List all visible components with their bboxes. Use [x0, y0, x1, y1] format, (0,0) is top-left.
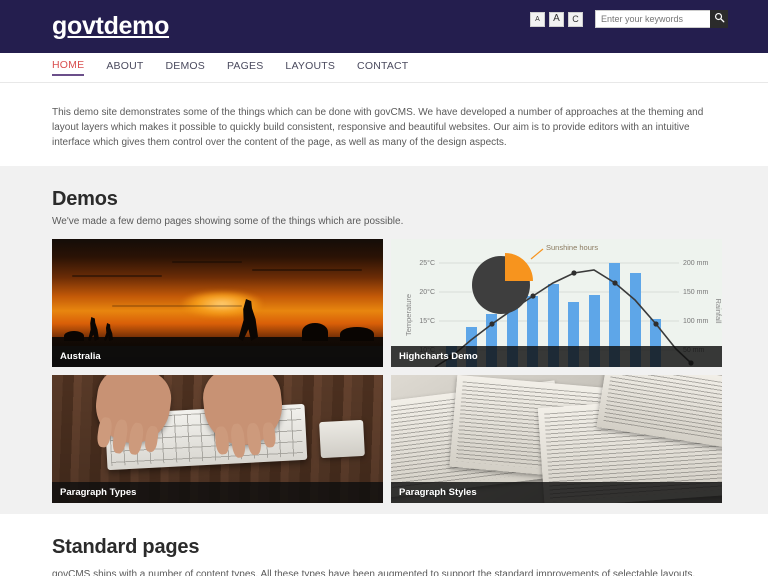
font-size-reset-button[interactable]: C — [568, 11, 583, 27]
demo-card-paragraph-types[interactable]: Paragraph Types — [52, 375, 383, 503]
standard-pages-paragraph: govCMS ships with a number of content ty… — [52, 569, 696, 576]
search-form — [595, 10, 728, 28]
nav-item-contact[interactable]: CONTACT — [357, 60, 408, 75]
demo-card-paragraph-styles[interactable]: Paragraph Styles — [391, 375, 722, 503]
demo-card-caption: Paragraph Types — [52, 482, 383, 503]
nav-item-about[interactable]: ABOUT — [106, 60, 143, 75]
search-submit-button[interactable] — [710, 10, 728, 28]
intro-paragraph: This demo site demonstrates some of the … — [52, 107, 704, 148]
header-tools: A A C — [530, 10, 728, 28]
demo-card-australia[interactable]: Australia — [52, 239, 383, 367]
search-icon — [714, 12, 725, 26]
demos-grid: Australia 25°C 20°C 15°C 10°C — [52, 239, 722, 503]
nav-item-layouts[interactable]: LAYOUTS — [285, 60, 335, 75]
site-logo[interactable]: govtdemo — [52, 10, 169, 42]
nav-item-demos[interactable]: DEMOS — [165, 60, 205, 75]
demos-subtitle: We've made a few demo pages showing some… — [52, 216, 404, 227]
y-tick-label: 15°C — [419, 317, 435, 325]
chart-annotation-sunshine: Sunshine hours — [546, 243, 598, 252]
site-header: govtdemo A A C — [0, 0, 768, 53]
demo-card-caption: Australia — [52, 346, 383, 367]
demo-card-caption: Highcharts Demo — [391, 346, 722, 367]
demo-card-caption: Paragraph Styles — [391, 482, 722, 503]
y2-tick-label: 100 mm — [683, 318, 708, 325]
nav-item-home[interactable]: HOME — [52, 59, 85, 76]
demos-heading: Demos — [52, 188, 118, 210]
y-tick-label: 20°C — [419, 288, 435, 296]
chart-y2-axis-title: Rainfall — [714, 298, 722, 323]
standard-pages-section: Standard pages govCMS ships with a numbe… — [0, 514, 768, 576]
y2-tick-label: 200 mm — [683, 260, 708, 267]
demos-section: Demos We've made a few demo pages showin… — [0, 166, 768, 514]
chart-y-axis-title: Temperature — [404, 294, 413, 336]
demo-card-highcharts[interactable]: 25°C 20°C 15°C 10°C Temperature 200 mm 1… — [391, 239, 722, 367]
nav-item-pages[interactable]: PAGES — [227, 60, 263, 75]
main-navigation: HOME ABOUT DEMOS PAGES LAYOUTS CONTACT — [0, 53, 768, 83]
font-size-large-button[interactable]: A — [549, 11, 564, 27]
y2-tick-label: 150 mm — [683, 289, 708, 296]
intro-section: This demo site demonstrates some of the … — [0, 83, 768, 166]
search-input[interactable] — [595, 10, 710, 28]
standard-pages-heading: Standard pages — [52, 536, 200, 558]
font-size-small-button[interactable]: A — [530, 11, 545, 27]
y-tick-label: 25°C — [419, 259, 435, 267]
